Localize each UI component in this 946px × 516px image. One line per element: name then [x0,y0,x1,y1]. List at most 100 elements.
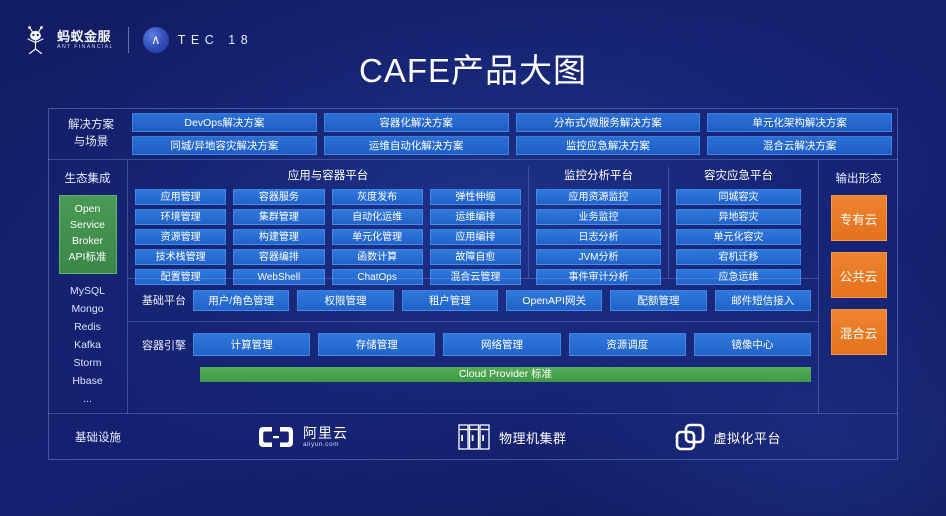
solution-chip[interactable]: DevOps解决方案 [132,112,317,132]
platform-tile[interactable]: 异地容灾 [676,209,801,225]
output-form-box[interactable]: 公共云 [830,252,887,298]
base-platform-item[interactable]: 租户管理 [401,289,498,311]
solution-chip[interactable]: 同城/异地容灾解决方案 [132,135,317,155]
platform-tile[interactable]: 灰度发布 [331,189,423,205]
ecosystem-item: Redis [74,320,101,333]
virtualization-icon [675,423,704,451]
platform-tile-grid: 应用资源监控 业务监控 日志分析 JVM分析 事件审计分析 [536,189,661,285]
osb-line: Open [74,203,101,215]
physical-cluster-label: 物理机集群 [499,430,567,446]
page-title: CAFE产品大图 [358,52,587,89]
solution-chip[interactable]: 监控应急解决方案 [515,135,701,155]
platform-tile[interactable]: 自动化运维 [331,209,423,225]
platform-tile[interactable]: 同城容灾 [676,189,801,205]
solution-chip[interactable]: 单元化架构解决方案 [707,112,892,132]
platform-tile[interactable]: 函数计算 [331,249,423,265]
ecosystem-item: Kafka [74,338,101,351]
platform-tile[interactable]: 单元化容灾 [676,229,801,245]
solutions-grid: DevOps解决方案 容器化解决方案 分布式/微服务解决方案 单元化架构解决方案… [128,112,892,155]
platform-tile[interactable]: 集群管理 [233,209,325,225]
infra-item-aliyun: 阿里云 aliyun.com [258,424,348,450]
platform-tile[interactable]: JVM分析 [536,249,661,265]
ecosystem-item: Hbase [72,375,103,388]
platform-title: 应用与容器平台 [287,170,369,182]
ecosystem-title: 生态集成 [64,173,111,185]
platform-disaster-recovery: 容灾应急平台 同城容灾 异地容灾 单元化容灾 宕机迁移 应急运维 [668,167,808,285]
ant-brand-cn: 蚂蚁金服 [57,28,112,44]
platform-tile[interactable]: 故障自愈 [429,249,521,265]
container-engine-item[interactable]: 存储管理 [318,333,436,356]
infra-item-physical-cluster: 物理机集群 [458,423,567,451]
container-engine-row: 容器引擎 计算管理 存储管理 网络管理 资源调度 镜像中心 [128,321,818,367]
aliyun-cn: 阿里云 [303,424,348,441]
output-forms-title: 输出形态 [835,173,882,185]
ecosystem-item: MySQL [69,284,105,297]
aliyun-text: 阿里云 aliyun.com [303,426,348,449]
solution-chip[interactable]: 容器化解决方案 [323,112,509,132]
platform-app-container: 应用与容器平台 应用管理 环境管理 资源管理 技术栈管理 配置管理 容器服务 集… [128,167,528,285]
platform-tile[interactable]: 技术栈管理 [135,249,227,265]
osb-line: Broker [72,234,103,247]
output-form-box[interactable]: 专有云 [830,195,887,241]
platform-tile[interactable]: 应用管理 [135,189,227,205]
base-platform-item[interactable]: OpenAPI网关 [505,289,603,311]
platform-tile[interactable]: 弹性伸缩 [429,189,521,205]
container-engine-items: 计算管理 存储管理 网络管理 资源调度 镜像中心 [193,333,812,356]
platform-tile[interactable]: 环境管理 [135,209,227,225]
base-platform-item[interactable]: 邮件短信接入 [714,289,811,311]
base-platform-item[interactable]: 配额管理 [610,289,707,311]
platform-tile[interactable]: 日志分析 [536,229,661,245]
infrastructure-row: 基础设施 阿里云 aliyun.com 物理机集群 虚拟化平台 [48,414,898,460]
platform-tile[interactable]: 运维编排 [429,209,521,225]
container-engine-item[interactable]: 网络管理 [443,333,561,356]
platform-tile[interactable]: 容器服务 [233,189,325,205]
server-rack-icon [458,424,490,450]
infrastructure-label: 基础设施 [75,432,121,444]
ecosystem-item-list: MySQL Mongo Redis Kafka Storm Hbase ... [48,282,127,408]
platform-tile[interactable]: 构建管理 [233,229,325,245]
platform-title: 监控分析平台 [564,170,633,182]
ecosystem-column: 生态集成 Open Service Broker API标准 MySQL Mon… [48,160,128,414]
platform-tile-grid: 同城容灾 异地容灾 单元化容灾 宕机迁移 应急运维 [676,189,801,285]
platform-tile[interactable]: 单元化管理 [331,229,423,245]
solutions-label: 解决方案 与场景 [54,117,128,150]
solution-chip[interactable]: 运维自动化解决方案 [323,135,509,155]
platform-tile[interactable]: 应用资源监控 [536,189,661,205]
solutions-label-line1: 解决方案 [68,118,114,131]
infra-item-virtualization: 虚拟化平台 [675,423,782,451]
platform-tile[interactable]: 宕机迁移 [676,249,801,265]
output-forms-column: 输出形态 专有云 公共云 混合云 [818,160,898,414]
aliyun-cloud-icon [259,427,293,447]
platforms-row: 应用与容器平台 应用管理 环境管理 资源管理 技术栈管理 配置管理 容器服务 集… [128,160,818,285]
open-service-broker-box[interactable]: Open Service Broker API标准 [58,195,117,274]
container-engine-item[interactable]: 资源调度 [568,333,686,356]
platform-tile-grid: 应用管理 环境管理 资源管理 技术栈管理 配置管理 容器服务 集群管理 构建管理… [135,189,521,285]
container-engine-label: 容器引擎 [142,339,186,352]
solutions-row-2: 同城/异地容灾解决方案 运维自动化解决方案 监控应急解决方案 混合云解决方案 [132,135,892,155]
solution-chip[interactable]: 混合云解决方案 [707,135,892,155]
output-form-box[interactable]: 混合云 [830,309,887,355]
aliyun-en: aliyun.com [303,440,340,448]
solutions-label-line2: 与场景 [73,135,109,148]
platform-tile[interactable]: 业务监控 [536,209,661,225]
infrastructure-items: 阿里云 aliyun.com 物理机集群 虚拟化平台 [148,423,898,451]
platform-tile[interactable]: 资源管理 [135,229,227,245]
solutions-band: 解决方案 与场景 DevOps解决方案 容器化解决方案 分布式/微服务解决方案 … [48,108,898,159]
platform-monitoring: 监控分析平台 应用资源监控 业务监控 日志分析 JVM分析 事件审计分析 [528,167,668,285]
architecture-body: 生态集成 Open Service Broker API标准 MySQL Mon… [48,160,898,414]
base-platform-item[interactable]: 权限管理 [297,289,394,311]
solution-chip[interactable]: 分布式/微服务解决方案 [515,112,701,132]
virtualization-label: 虚拟化平台 [713,430,782,446]
center-column: 应用与容器平台 应用管理 环境管理 资源管理 技术栈管理 配置管理 容器服务 集… [128,160,818,414]
container-engine-item[interactable]: 计算管理 [193,333,311,356]
container-engine-item[interactable]: 镜像中心 [693,333,812,356]
ecosystem-item: Mongo [71,302,104,315]
base-platform-items: 用户/角色管理 权限管理 租户管理 OpenAPI网关 配额管理 邮件短信接入 [193,289,811,311]
platform-title: 容灾应急平台 [704,170,773,182]
base-platform-item[interactable]: 用户/角色管理 [193,289,290,311]
ecosystem-item: ... [83,393,92,406]
base-platform-label: 基础平台 [142,295,186,307]
cloud-provider-standard-bar: Cloud Provider 标准 [200,367,811,382]
platform-tile[interactable]: 容器编排 [233,249,325,265]
platform-tile[interactable]: 应用编排 [429,229,521,245]
